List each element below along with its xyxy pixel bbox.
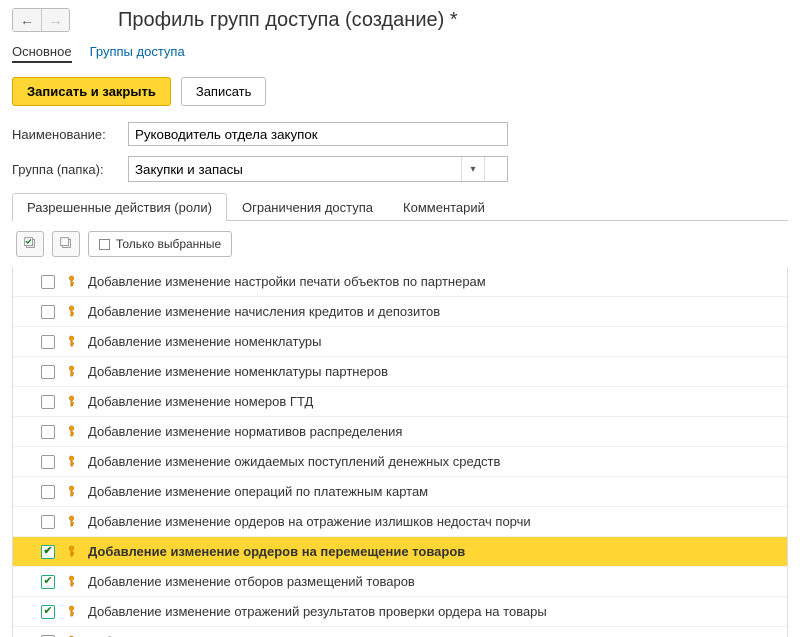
- role-label: Добавление изменение номеров ГТД: [88, 394, 313, 409]
- role-checkbox[interactable]: [41, 365, 55, 379]
- role-row[interactable]: Добавление изменение начисления кредитов…: [13, 297, 787, 327]
- nav-forward-button[interactable]: →: [41, 9, 69, 31]
- key-icon: [65, 395, 78, 408]
- role-row[interactable]: Добавление изменение ордеров на отражени…: [13, 507, 787, 537]
- open-reference-button[interactable]: [485, 157, 507, 181]
- role-label: Добавление изменение нормативов распреде…: [88, 424, 402, 439]
- key-icon: [65, 515, 78, 528]
- only-selected-toggle[interactable]: Только выбранные: [88, 231, 232, 257]
- group-label: Группа (папка):: [12, 162, 120, 177]
- role-label: Добавление изменение настройки печати об…: [88, 274, 486, 289]
- nav-back-button[interactable]: ←: [13, 9, 41, 31]
- role-label: Добавление изменение отражений результат…: [88, 604, 547, 619]
- key-icon: [65, 425, 78, 438]
- tab-restrictions[interactable]: Ограничения доступа: [227, 193, 388, 221]
- role-checkbox[interactable]: [41, 395, 55, 409]
- role-label: Добавление изменение ордеров на перемеще…: [88, 544, 465, 559]
- role-row[interactable]: Добавление изменение ожидаемых поступлен…: [13, 447, 787, 477]
- role-checkbox[interactable]: [41, 425, 55, 439]
- key-icon: [65, 455, 78, 468]
- tab-roles[interactable]: Разрешенные действия (роли): [12, 193, 227, 221]
- role-row[interactable]: Добавление изменение нормативов распреде…: [13, 417, 787, 447]
- check-all-icon: [23, 236, 37, 253]
- role-checkbox[interactable]: [41, 575, 55, 589]
- only-selected-label: Только выбранные: [116, 237, 221, 251]
- role-label: Добавление изменение отборов размещений …: [88, 574, 415, 589]
- tab-comment[interactable]: Комментарий: [388, 193, 500, 221]
- role-label: Добавление изменение номенклатуры: [88, 334, 322, 349]
- uncheck-all-icon: [59, 236, 73, 253]
- checkbox-icon: [99, 239, 110, 250]
- subnav-main[interactable]: Основное: [12, 42, 72, 63]
- role-row[interactable]: Добавление изменение настройки печати об…: [13, 267, 787, 297]
- role-row[interactable]: Добавление изменение операций по платежн…: [13, 477, 787, 507]
- role-row[interactable]: Добавление изменение номенклатуры партне…: [13, 357, 787, 387]
- uncheck-all-button[interactable]: [52, 231, 80, 257]
- chevron-down-icon: ▾: [470, 164, 475, 175]
- role-label: Добавление изменение ордеров на отражени…: [88, 514, 531, 529]
- role-checkbox[interactable]: [41, 275, 55, 289]
- role-label: Добавление изменение начисления кредитов…: [88, 304, 440, 319]
- key-icon: [65, 365, 78, 378]
- key-icon: [65, 335, 78, 348]
- role-checkbox[interactable]: [41, 455, 55, 469]
- role-row[interactable]: Добавление изменение номенклатуры: [13, 327, 787, 357]
- key-icon: [65, 605, 78, 618]
- role-label: Добавление изменение ожидаемых поступлен…: [88, 454, 500, 469]
- name-label: Наименование:: [12, 127, 120, 142]
- role-row[interactable]: Добавление изменение отражений результат…: [13, 597, 787, 627]
- key-icon: [65, 305, 78, 318]
- key-icon: [65, 485, 78, 498]
- key-icon: [65, 275, 78, 288]
- role-row[interactable]: Добавление изменение отчетов ЕГАИС: [13, 627, 787, 637]
- role-label: Добавление изменение номенклатуры партне…: [88, 364, 388, 379]
- key-icon: [65, 545, 78, 558]
- save-and-close-button[interactable]: Записать и закрыть: [12, 77, 171, 106]
- role-row[interactable]: Добавление изменение отборов размещений …: [13, 567, 787, 597]
- page-title: Профиль групп доступа (создание) *: [118, 9, 458, 32]
- role-checkbox[interactable]: [41, 605, 55, 619]
- role-checkbox[interactable]: [41, 545, 55, 559]
- role-row[interactable]: Добавление изменение номеров ГТД: [13, 387, 787, 417]
- nav-buttons: ← →: [12, 8, 70, 32]
- subnav-access-groups[interactable]: Группы доступа: [90, 42, 185, 63]
- key-icon: [65, 575, 78, 588]
- role-checkbox[interactable]: [41, 485, 55, 499]
- role-checkbox[interactable]: [41, 335, 55, 349]
- role-checkbox[interactable]: [41, 305, 55, 319]
- name-input[interactable]: [128, 122, 508, 146]
- role-row[interactable]: Добавление изменение ордеров на перемеще…: [13, 537, 787, 567]
- dropdown-button[interactable]: ▾: [462, 157, 484, 181]
- roles-list: Добавление изменение настройки печати об…: [12, 267, 788, 637]
- save-button[interactable]: Записать: [181, 77, 267, 106]
- role-label: Добавление изменение операций по платежн…: [88, 484, 428, 499]
- role-checkbox[interactable]: [41, 515, 55, 529]
- group-select: ▾: [128, 156, 508, 182]
- group-select-input[interactable]: [129, 158, 461, 180]
- check-all-button[interactable]: [16, 231, 44, 257]
